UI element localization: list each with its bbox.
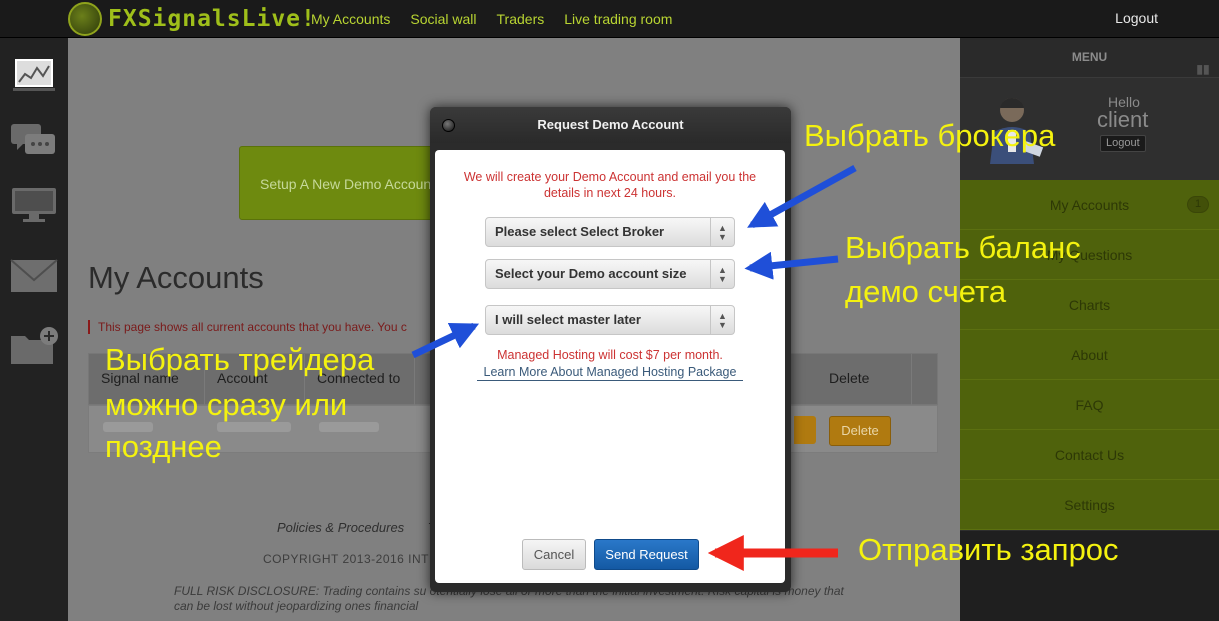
logo-mark-icon xyxy=(68,2,102,36)
menu-item-label: Charts xyxy=(1068,297,1111,313)
chart-thumbnail-icon[interactable] xyxy=(9,56,59,96)
menu-item-label: About xyxy=(1071,347,1108,363)
menu-item-label: My Accounts xyxy=(1049,197,1130,213)
envelope-icon[interactable] xyxy=(9,256,59,296)
menu-item-my-accounts[interactable]: My Accounts 1 xyxy=(960,180,1219,230)
menu-item-contact-us[interactable]: Contact Us xyxy=(960,430,1219,480)
cancel-button[interactable]: Cancel xyxy=(522,539,586,570)
annotation-balance-2: демо счета xyxy=(845,274,1007,309)
logo-text: FXSignalsLive! xyxy=(108,6,316,32)
menu-title: MENU xyxy=(1071,50,1108,64)
annotation-balance-1: Выбрать баланс xyxy=(845,230,1081,265)
close-icon[interactable] xyxy=(442,119,455,132)
broker-select-value: Please select Select Broker xyxy=(495,224,665,239)
annotation-trader-3: позднее xyxy=(105,429,222,464)
nav-traders[interactable]: Traders xyxy=(497,11,545,27)
menu-item-label: Contact Us xyxy=(1054,447,1125,463)
chat-bubbles-icon[interactable] xyxy=(9,120,59,160)
annotation-trader-1: Выбрать трейдера xyxy=(105,342,375,377)
logout-link[interactable]: Logout xyxy=(1115,10,1158,26)
modal-body: We will create your Demo Account and ema… xyxy=(435,150,785,583)
footer-links: Policies & Procedures T xyxy=(277,520,456,535)
connected-to-cell xyxy=(319,422,379,432)
request-demo-modal: Request Demo Account We will create your… xyxy=(430,107,791,592)
send-request-button[interactable]: Send Request xyxy=(594,539,699,570)
modal-header: Request Demo Account xyxy=(430,107,791,143)
page-description: This page shows all current accounts tha… xyxy=(88,320,438,334)
annotation-broker: Выбрать брокера xyxy=(804,118,1056,153)
footer-policies-link[interactable]: Policies & Procedures xyxy=(277,520,404,535)
menu-item-label: Settings xyxy=(1064,497,1115,513)
main-nav: My Accounts Social wall Traders Live tra… xyxy=(311,0,692,38)
modal-intro: We will create your Demo Account and ema… xyxy=(463,170,757,200)
hosting-cost-text: Managed Hosting will cost $7 per month. xyxy=(497,348,723,362)
annotation-trader-2: можно сразу или xyxy=(105,387,348,422)
nav-live-trading-room[interactable]: Live trading room xyxy=(564,11,672,27)
select-arrows-icon: ▲ ▼ xyxy=(710,218,734,246)
demo-size-select-value: Select your Demo account size xyxy=(495,266,687,281)
action-button[interactable] xyxy=(794,416,816,444)
menu-item-settings[interactable]: Settings xyxy=(960,480,1219,530)
menu-header: MENU ▮▮ xyxy=(960,38,1219,78)
left-icon-rail xyxy=(0,38,68,621)
menu-logout-button[interactable]: Logout xyxy=(1100,135,1146,152)
annotation-send: Отправить запрос xyxy=(858,532,1119,567)
select-arrows-icon: ▲ ▼ xyxy=(710,306,734,334)
hosting-learn-more-link[interactable]: Learn More About Managed Hosting Package xyxy=(477,365,743,381)
menu-collapse-icon[interactable]: ▮▮ xyxy=(1195,50,1211,76)
modal-title: Request Demo Account xyxy=(537,117,684,132)
menu-item-faq[interactable]: FAQ xyxy=(960,380,1219,430)
master-select[interactable]: I will select master later ▲ ▼ xyxy=(485,305,735,335)
page-title: My Accounts xyxy=(88,260,264,295)
monitor-icon[interactable] xyxy=(9,184,59,224)
nav-social-wall[interactable]: Social wall xyxy=(410,11,476,27)
site-logo[interactable]: FXSignalsLive! xyxy=(68,2,316,36)
broker-select[interactable]: Please select Select Broker ▲ ▼ xyxy=(485,217,735,247)
master-select-value: I will select master later xyxy=(495,312,641,327)
copyright: COPYRIGHT 2013-2016 INTE xyxy=(263,552,438,566)
setup-demo-account-button[interactable]: Setup A New Demo Account xyxy=(239,146,459,220)
delete-button[interactable]: Delete xyxy=(829,416,891,446)
add-folder-icon[interactable] xyxy=(9,326,59,366)
nav-my-accounts[interactable]: My Accounts xyxy=(311,11,390,27)
menu-item-about[interactable]: About xyxy=(960,330,1219,380)
menu-item-label: FAQ xyxy=(1075,397,1104,413)
top-navbar: FXSignalsLive! My Accounts Social wall T… xyxy=(0,0,1219,38)
screen: FXSignalsLive! My Accounts Social wall T… xyxy=(0,0,1219,621)
select-arrows-icon: ▲ ▼ xyxy=(710,260,734,288)
th-delete: Delete xyxy=(817,354,912,406)
account-cell xyxy=(217,422,291,432)
demo-size-select[interactable]: Select your Demo account size ▲ ▼ xyxy=(485,259,735,289)
accounts-count-badge: 1 xyxy=(1187,196,1209,213)
user-name: client xyxy=(1097,107,1149,132)
